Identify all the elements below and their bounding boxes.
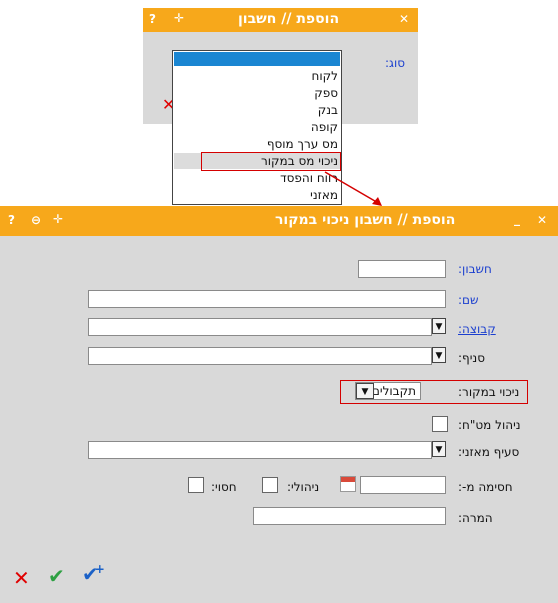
print-icon[interactable]: ⊖ [31,213,41,227]
option-bank[interactable]: בנק [318,103,338,117]
selected-empty-option[interactable] [174,52,340,66]
blocked-label: חסוי: [211,480,237,494]
note-label: המרה: [458,511,493,525]
option-supplier[interactable]: ספק [314,86,338,100]
branch-label: סניף: [458,351,485,365]
fx-manage-checkbox[interactable] [432,416,448,432]
note-input[interactable] [253,507,446,525]
option-vat[interactable]: מס ערך מוסף [267,137,338,151]
dialog-title: הוספת // חשבון [238,11,340,27]
help-icon[interactable]: ? [149,12,156,26]
balance-section-label: סעיף מאזני: [458,445,520,459]
move-icon[interactable]: ✛ [53,212,63,226]
close-icon[interactable]: ✕ [399,12,409,26]
add-withholding-account-dialog: ? ⊖ ✛ הוספת // חשבון ניכוי במקור _ ✕ חשב… [0,206,558,603]
minimize-icon[interactable]: _ [514,212,520,226]
confirm-and-add-icon[interactable]: ✔+ [82,562,109,586]
account-label: חשבון: [458,262,492,276]
confirm-icon[interactable]: ✔ [48,564,65,588]
help-icon[interactable]: ? [8,213,15,227]
dialog-title-bar: ? ✛ הוספת // חשבון ✕ [143,8,418,32]
group-select[interactable] [88,318,432,336]
group-dropdown-button[interactable]: ▼ [432,318,446,334]
blocked-checkbox[interactable] [188,477,204,493]
calendar-icon[interactable] [340,476,356,492]
withholding-dropdown-button[interactable]: ▼ [356,383,374,399]
branch-dropdown-button[interactable]: ▼ [432,347,446,363]
close-icon[interactable]: ✕ [537,213,547,227]
cancel-icon[interactable]: ✕ [13,566,30,590]
balance-section-dropdown-button[interactable]: ▼ [432,441,446,457]
account-input[interactable] [358,260,446,278]
managed-checkbox[interactable] [262,477,278,493]
block-from-label: חסימה מ-: [458,480,513,494]
group-link[interactable]: קבוצה: [458,322,496,336]
name-input[interactable] [88,290,446,308]
dialog-title: הוספת // חשבון ניכוי במקור [275,212,456,228]
name-label: שם: [458,293,479,307]
type-dropdown-list[interactable]: לקוח ספק בנק קופה מס ערך מוסף ניכוי מס ב… [172,50,342,205]
branch-select[interactable] [88,347,432,365]
type-label: סוג: [385,56,406,70]
option-customer[interactable]: לקוח [312,69,338,83]
balance-section-select[interactable] [88,441,432,459]
dialog-title-bar: ? ⊖ ✛ הוספת // חשבון ניכוי במקור _ ✕ [0,206,558,236]
block-from-date-input[interactable] [360,476,446,494]
option-cash[interactable]: קופה [311,120,338,134]
managed-label: ניהולי: [287,480,320,494]
fx-manage-label: ניהול מט"ח: [458,418,521,432]
withholding-label: ניכוי במקור: [458,385,520,399]
move-icon[interactable]: ✛ [174,11,184,25]
